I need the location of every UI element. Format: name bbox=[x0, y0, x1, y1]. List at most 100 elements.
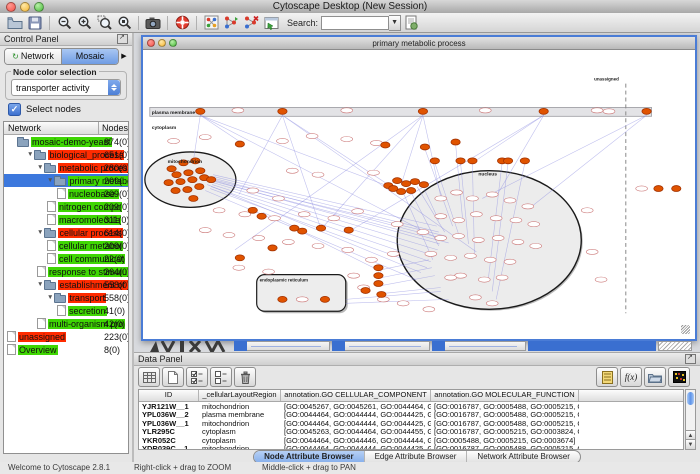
label-node[interactable] bbox=[453, 233, 465, 238]
gene-node[interactable] bbox=[320, 296, 329, 302]
edge[interactable] bbox=[482, 115, 646, 198]
label-node[interactable] bbox=[470, 212, 482, 217]
gene-node[interactable] bbox=[468, 158, 477, 164]
label-node[interactable] bbox=[435, 214, 447, 219]
tree-row-biological-process[interactable]: ▼biological_process651(0) bbox=[4, 148, 128, 161]
label-node[interactable] bbox=[522, 204, 534, 209]
label-node[interactable] bbox=[312, 172, 324, 177]
create-network-view-button[interactable] bbox=[222, 14, 240, 31]
tree-row-metabolic-process[interactable]: ▼metabolic process280(0) bbox=[4, 161, 128, 174]
table-row-ylr295c[interactable]: YLR295Ccytoplasm[GO:0045263, GO:0044464,… bbox=[139, 428, 683, 437]
label-node[interactable] bbox=[435, 196, 447, 201]
zoom-selected-region-button[interactable] bbox=[95, 14, 113, 31]
label-node[interactable] bbox=[484, 257, 496, 262]
label-node[interactable] bbox=[591, 108, 603, 113]
zoom-in-button[interactable] bbox=[75, 14, 93, 31]
label-node[interactable] bbox=[581, 208, 593, 213]
label-node[interactable] bbox=[223, 232, 235, 237]
column-header-id[interactable]: ID bbox=[139, 390, 199, 401]
gene-node[interactable] bbox=[189, 195, 198, 201]
label-node[interactable] bbox=[512, 239, 524, 244]
label-node[interactable] bbox=[603, 109, 615, 114]
column-header-cellular-component[interactable]: annotation.GO CELLULAR_COMPONENT bbox=[281, 390, 431, 401]
gene-node[interactable] bbox=[393, 178, 402, 184]
gene-node[interactable] bbox=[410, 179, 419, 185]
gene-node[interactable] bbox=[257, 213, 266, 219]
table-row-ypl036w__1[interactable]: YPL036W__1mitochondrion[GO:0044464, GO:0… bbox=[139, 419, 683, 428]
label-node[interactable] bbox=[490, 216, 502, 221]
scrollbar-thumb[interactable] bbox=[687, 392, 694, 405]
edge[interactable] bbox=[302, 232, 381, 272]
open-file-button[interactable] bbox=[6, 14, 24, 31]
tree-row-transport[interactable]: ▼transport558(0) bbox=[4, 291, 128, 304]
gene-node[interactable] bbox=[167, 166, 176, 172]
network-graph[interactable]: plasma membranecytoplasmmitochondrionnuc… bbox=[143, 50, 691, 335]
gene-node[interactable] bbox=[196, 168, 205, 174]
gene-node[interactable] bbox=[196, 108, 205, 114]
label-node[interactable] bbox=[496, 275, 508, 280]
edge[interactable] bbox=[532, 115, 647, 206]
gene-node[interactable] bbox=[188, 177, 197, 183]
table-row-ykr052c[interactable]: YKR052Ccytoplasm[GO:0044464, GO:0044446,… bbox=[139, 436, 683, 445]
gene-node[interactable] bbox=[642, 108, 651, 114]
tree-row-multi-organism-pro[interactable]: multi-organism pro42(0) bbox=[4, 317, 128, 330]
gene-node[interactable] bbox=[520, 158, 529, 164]
label-node[interactable] bbox=[282, 239, 294, 244]
formula-builder-button[interactable]: f(x) bbox=[620, 367, 642, 387]
zoom-fit-content-button[interactable] bbox=[115, 14, 133, 31]
label-node[interactable] bbox=[479, 108, 491, 113]
gene-node[interactable] bbox=[374, 265, 383, 271]
gene-node[interactable] bbox=[418, 108, 427, 114]
expand-arrow-icon[interactable]: ▼ bbox=[37, 229, 43, 236]
label-node[interactable] bbox=[286, 168, 298, 173]
tree-row-response-to-stimulu[interactable]: response to stimulu264(0) bbox=[4, 265, 128, 278]
expand-arrow-icon[interactable]: ▼ bbox=[37, 164, 43, 171]
select-all-attributes-button[interactable] bbox=[186, 367, 208, 387]
attribute-matrix-button[interactable] bbox=[668, 367, 690, 387]
label-node[interactable] bbox=[269, 216, 281, 221]
label-node[interactable] bbox=[199, 135, 211, 140]
label-node[interactable] bbox=[348, 273, 360, 278]
tree-row-primary-metabo[interactable]: ▼primary metabo209(... bbox=[4, 174, 128, 187]
gene-node[interactable] bbox=[278, 296, 287, 302]
label-node[interactable] bbox=[435, 235, 447, 240]
resize-grip-icon[interactable] bbox=[681, 325, 690, 334]
label-node[interactable] bbox=[451, 190, 463, 195]
label-node[interactable] bbox=[530, 243, 542, 248]
label-node[interactable] bbox=[445, 255, 457, 260]
plugin-manager-button[interactable] bbox=[402, 14, 420, 31]
label-node[interactable] bbox=[341, 136, 353, 141]
gene-node[interactable] bbox=[401, 181, 410, 187]
gene-node[interactable] bbox=[406, 188, 415, 194]
edge[interactable] bbox=[472, 115, 543, 163]
label-node[interactable] bbox=[232, 108, 244, 113]
gene-node[interactable] bbox=[164, 180, 173, 186]
gene-node[interactable] bbox=[361, 288, 370, 294]
label-node[interactable] bbox=[423, 307, 435, 312]
label-node[interactable] bbox=[168, 138, 180, 143]
gene-node[interactable] bbox=[278, 108, 287, 114]
label-node[interactable] bbox=[453, 218, 465, 223]
label-node[interactable] bbox=[472, 237, 484, 242]
background-window[interactable] bbox=[332, 341, 430, 351]
network-window-titlebar[interactable]: primary metabolic process bbox=[143, 37, 695, 50]
label-node[interactable] bbox=[492, 235, 504, 240]
tab-network[interactable]: ↻Network bbox=[5, 49, 61, 64]
network-view-window[interactable]: primary metabolic process plasma membran… bbox=[141, 35, 697, 341]
layout-button[interactable] bbox=[202, 14, 220, 31]
label-node[interactable] bbox=[465, 253, 477, 258]
label-node[interactable] bbox=[636, 186, 648, 191]
gene-node[interactable] bbox=[419, 182, 428, 188]
column-header-molecular-function[interactable]: annotation.GO MOLECULAR_FUNCTION bbox=[431, 390, 579, 401]
search-dropdown-button[interactable]: ▼ bbox=[389, 15, 401, 31]
save-session-button[interactable] bbox=[26, 14, 44, 31]
label-node[interactable] bbox=[352, 209, 364, 214]
scroll-down-icon[interactable]: ▼ bbox=[686, 439, 695, 449]
tree-column-network[interactable]: Network bbox=[4, 122, 99, 134]
gene-node[interactable] bbox=[171, 188, 180, 194]
label-node[interactable] bbox=[342, 247, 354, 252]
region-plasma-membrane[interactable] bbox=[150, 107, 652, 116]
label-node[interactable] bbox=[486, 192, 498, 197]
background-window[interactable] bbox=[234, 341, 330, 351]
tree-row-establishment-of-lo[interactable]: ▼establishment of lo558(0) bbox=[4, 278, 128, 291]
